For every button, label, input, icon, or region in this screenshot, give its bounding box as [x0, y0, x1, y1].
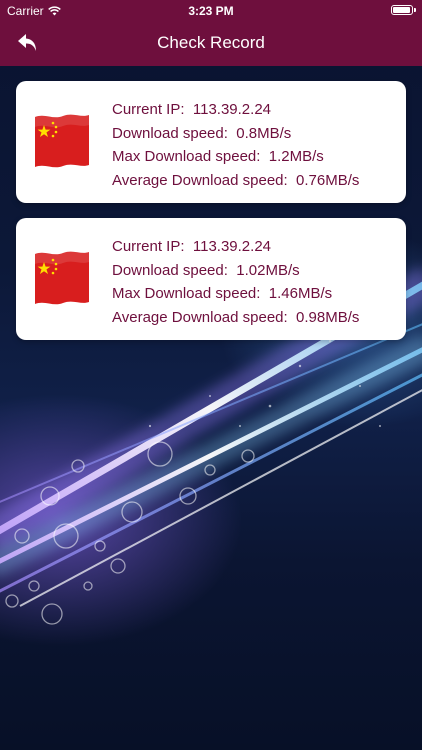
max-download-speed-row: Max Download speed: 1.2MB/s [112, 145, 359, 169]
download-speed-value: 0.8MB/s [236, 124, 292, 142]
screen: Carrier 3:23 PM Check Record Current IP:… [0, 0, 422, 750]
navigation-bar: Carrier 3:23 PM Check Record [0, 0, 422, 66]
max-download-speed-value: 1.2MB/s [268, 148, 324, 165]
page-title: Check Record [157, 33, 265, 52]
download-speed-row: Download speed: 1.02MB/s [112, 259, 359, 283]
average-download-speed-row: Average Download speed: 0.98MB/s [112, 306, 359, 330]
average-download-speed-label: Average Download speed: [112, 171, 288, 189]
record-card: Current IP: 113.39.2.24 Download speed: … [16, 218, 406, 340]
china-flag-icon [35, 114, 89, 168]
max-download-speed-label: Max Download speed: [112, 148, 261, 165]
record-card: Current IP: 113.39.2.24 Download speed: … [16, 81, 406, 203]
current-ip-row: Current IP: 113.39.2.24 [112, 235, 359, 259]
record-info: Current IP: 113.39.2.24 Download speed: … [112, 235, 359, 329]
china-flag-icon [35, 251, 89, 305]
max-download-speed-label: Max Download speed: [112, 285, 261, 302]
status-time: 3:23 PM [188, 4, 234, 18]
download-speed-label: Download speed: [112, 124, 228, 142]
battery-icon [391, 5, 416, 15]
download-speed-label: Download speed: [112, 261, 228, 279]
average-download-speed-label: Average Download speed: [112, 308, 288, 326]
current-ip-row: Current IP: 113.39.2.24 [112, 98, 359, 122]
download-speed-value: 1.02MB/s [236, 261, 300, 279]
record-info: Current IP: 113.39.2.24 Download speed: … [112, 98, 359, 192]
average-download-speed-value: 0.98MB/s [296, 308, 360, 326]
status-bar: Carrier 3:23 PM [0, 0, 422, 22]
max-download-speed-value: 1.46MB/s [268, 285, 333, 302]
current-ip-value: 113.39.2.24 [192, 101, 272, 118]
average-download-speed-value: 0.76MB/s [296, 171, 360, 189]
current-ip-label: Current IP: [112, 101, 185, 118]
max-download-speed-row: Max Download speed: 1.46MB/s [112, 282, 359, 306]
average-download-speed-row: Average Download speed: 0.76MB/s [112, 169, 359, 193]
download-speed-row: Download speed: 0.8MB/s [112, 122, 359, 146]
current-ip-label: Current IP: [112, 238, 185, 255]
current-ip-value: 113.39.2.24 [192, 238, 272, 255]
